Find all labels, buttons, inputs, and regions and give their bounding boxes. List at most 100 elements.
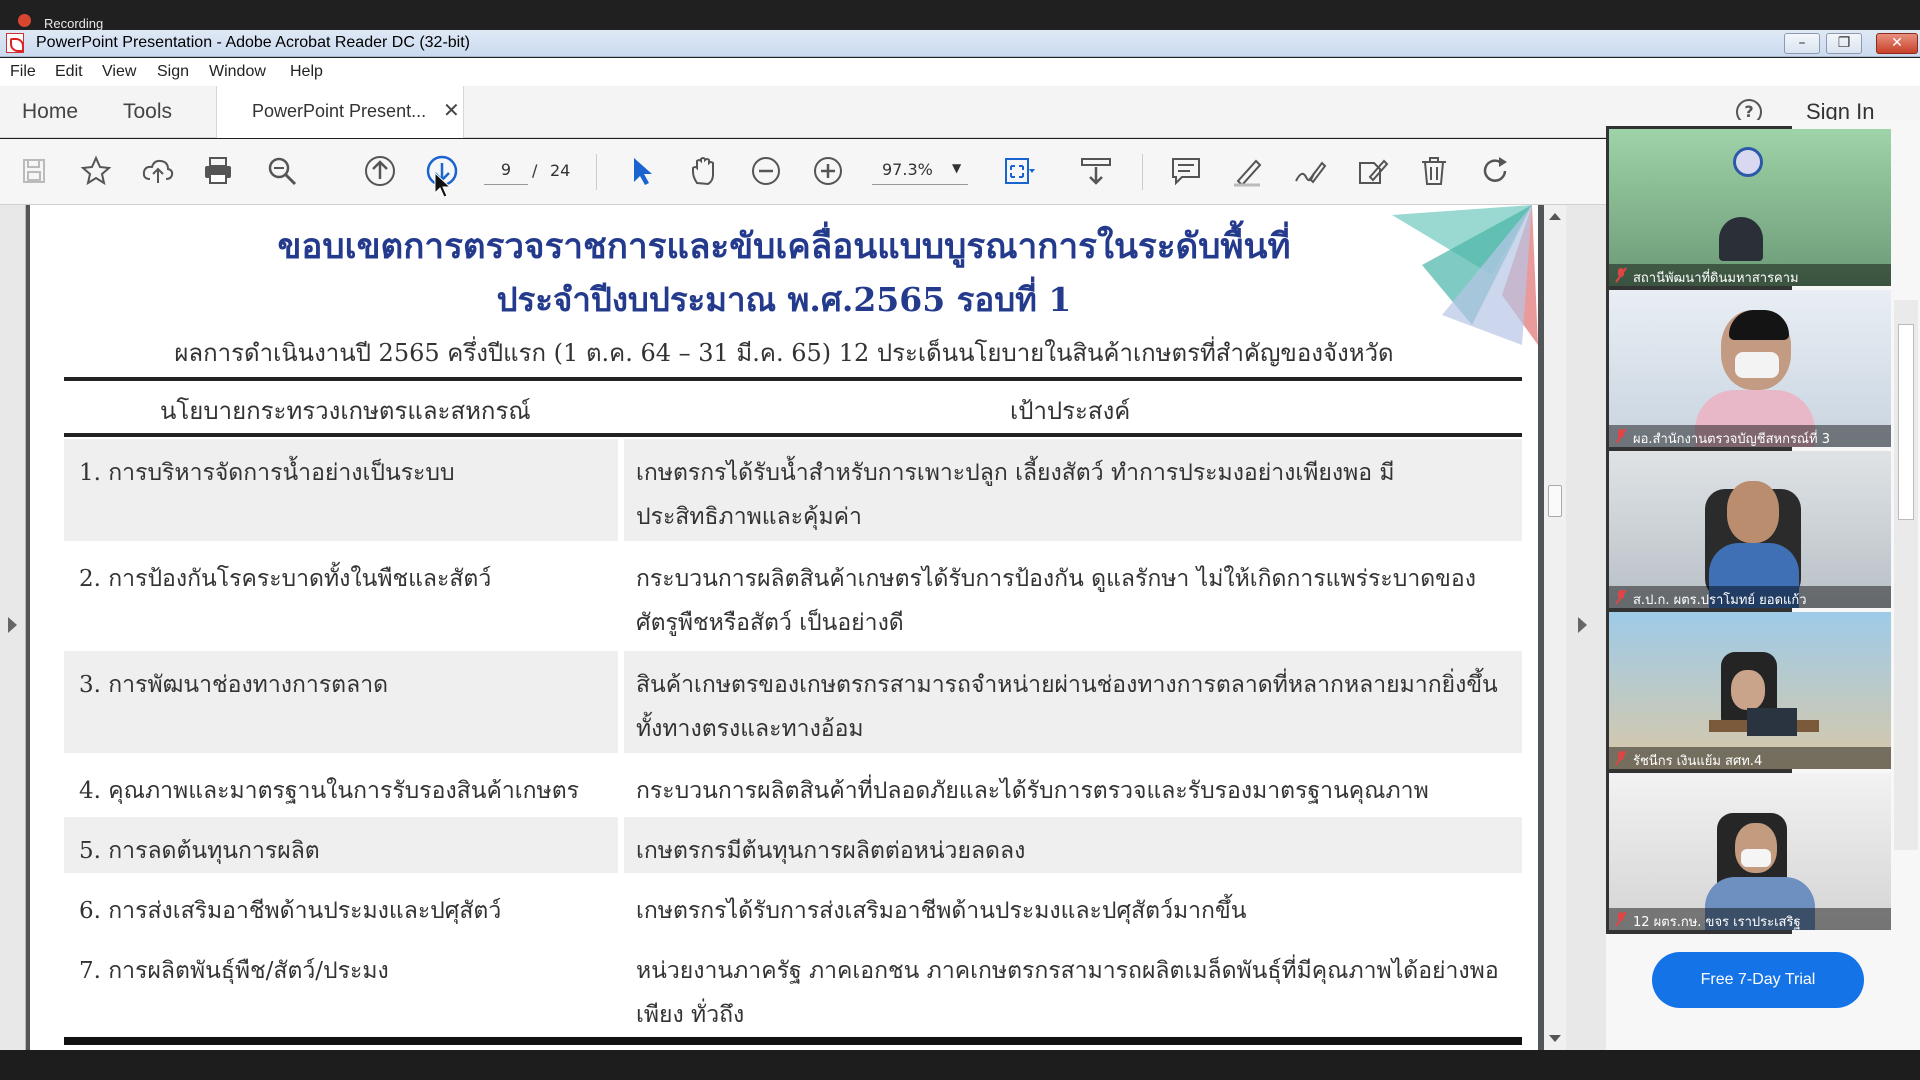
participant-label: ส.ป.ก. ผตร.ปราโมทย์ ยอดแก้ว	[1609, 586, 1891, 608]
select-cursor-icon[interactable]	[624, 153, 660, 189]
document-title-year: ประจำปีงบประมาณ พ.ศ.2565 รอบที่ 1	[496, 280, 1072, 319]
delete-icon[interactable]	[1416, 153, 1452, 189]
maximize-button[interactable]: ❐	[1826, 33, 1862, 54]
participant-label: สถานีพัฒนาที่ดินมหาสารคาม	[1609, 264, 1891, 286]
table-cell: เกษตรกรได้รับน้ำสำหรับการเพาะปลูก เลี้ยง…	[624, 439, 1522, 541]
goal-text: สินค้าเกษตรของเกษตรกรสามารถจำหน่ายผ่านช่…	[636, 672, 1498, 742]
face-mask	[1741, 849, 1771, 867]
policy-text: 7. การผลิตพันธุ์พืช/สัตว์/ประมง	[79, 958, 389, 984]
toolbar-divider	[596, 154, 597, 190]
table-header-rule	[64, 433, 1522, 437]
policy-text: 2. การป้องกันโรคระบาดทั้งในพืชและสัตว์	[79, 566, 492, 592]
comment-icon[interactable]	[1168, 153, 1204, 189]
tab-home[interactable]: Home	[22, 100, 78, 124]
zoom-out-icon[interactable]	[748, 153, 784, 189]
tab-document[interactable]: PowerPoint Present... ✕	[216, 86, 464, 138]
print-icon[interactable]	[200, 153, 236, 189]
chevron-down-icon[interactable]: ▼	[952, 161, 961, 175]
fit-page-icon[interactable]	[1000, 153, 1036, 189]
bookmark-star-icon[interactable]	[78, 153, 114, 189]
recording-dot-icon	[18, 14, 31, 27]
participant-name: ผอ.สำนักงานตรวจบัญชีสหกรณ์ที่ 3	[1633, 432, 1830, 447]
scroll-mode-icon[interactable]	[1078, 153, 1114, 189]
rotate-icon[interactable]	[1478, 153, 1514, 189]
panel-scrollbar-thumb[interactable]	[1898, 324, 1914, 520]
close-window-button[interactable]: ✕	[1876, 33, 1918, 54]
muted-mic-icon	[1615, 267, 1627, 283]
table-row: 5. การลดต้นทุนการผลิต เกษตรกรมีต้นทุนการ…	[64, 817, 1522, 873]
goal-text: เกษตรกรได้รับน้ำสำหรับการเพาะปลูก เลี้ยง…	[636, 460, 1395, 530]
toolbar-divider	[1142, 154, 1143, 190]
muted-mic-icon	[1615, 750, 1627, 766]
table-cell: เกษตรกรได้รับการส่งเสริมอาชีพด้านประมงแล…	[624, 877, 1522, 933]
menu-view[interactable]: View	[102, 63, 136, 81]
search-zoom-icon[interactable]	[264, 153, 300, 189]
mouse-cursor-icon	[434, 172, 452, 198]
left-panel-toggle[interactable]	[0, 205, 26, 1050]
participant-video[interactable]: 12 ผตร.กษ. ขจร เราประเสริฐ	[1609, 773, 1891, 930]
participant-face	[1731, 670, 1765, 710]
fill-sign-icon[interactable]	[1292, 153, 1328, 189]
save-icon[interactable]	[16, 153, 52, 189]
scrollbar-thumb[interactable]	[1548, 485, 1562, 517]
participant-video[interactable]: ส.ป.ก. ผตร.ปราโมทย์ ยอดแก้ว	[1609, 451, 1891, 608]
restore-icon: ❐	[1837, 35, 1851, 51]
right-panel-toggle[interactable]	[1566, 205, 1606, 1050]
emblem-icon	[1733, 147, 1763, 177]
table-cell: กระบวนการผลิตสินค้าที่ปลอดภัยและได้รับกา…	[624, 757, 1522, 813]
participant-video[interactable]: สถานีพัฒนาที่ดินมหาสารคาม	[1609, 129, 1891, 286]
table-row: 3. การพัฒนาช่องทางการตลาด สินค้าเกษตรของ…	[64, 651, 1522, 753]
goal-text: หน่วยงานภาครัฐ ภาคเอกชน ภาคเกษตรกรสามารถ…	[636, 958, 1499, 1028]
table-bottom-rule	[64, 1037, 1522, 1045]
recording-label: Recording	[44, 16, 104, 31]
zoom-in-icon[interactable]	[810, 153, 846, 189]
document-tab-label: PowerPoint Present...	[252, 101, 427, 121]
goal-text: กระบวนการผลิตสินค้าเกษตรได้รับการป้องกัน…	[636, 566, 1476, 636]
goal-text: เกษตรกรมีต้นทุนการผลิตต่อหน่วยลดลง	[636, 838, 1026, 864]
hand-tool-icon[interactable]	[686, 153, 722, 189]
recording-bar: Recording	[0, 0, 1920, 31]
menu-window[interactable]: Window	[209, 63, 266, 81]
window-title: PowerPoint Presentation - Adobe Acrobat …	[36, 34, 471, 51]
participant-name: ส.ป.ก. ผตร.ปราโมทย์ ยอดแก้ว	[1633, 593, 1807, 608]
participant-name: รัชนีกร เงินแย้ม สศท.4	[1633, 754, 1763, 769]
close-tab-icon[interactable]: ✕	[443, 98, 460, 122]
edit-pdf-icon[interactable]	[1354, 153, 1390, 189]
document-scrollbar[interactable]	[1544, 205, 1566, 1050]
participant-label: ผอ.สำนักงานตรวจบัญชีสหกรณ์ที่ 3	[1609, 425, 1891, 447]
table-cell: เกษตรกรมีต้นทุนการผลิตต่อหน่วยลดลง	[624, 817, 1522, 873]
total-pages: 24	[550, 161, 571, 180]
free-trial-button[interactable]: Free 7-Day Trial	[1652, 952, 1864, 1008]
column-header-policy: นโยบายกระทรวงเกษตรและสหกรณ์	[160, 397, 531, 425]
highlight-pen-icon[interactable]	[1230, 153, 1266, 189]
current-page-input[interactable]: 9	[484, 155, 528, 185]
document-subtitle: ผลการดำเนินงานปี 2565 ครึ่งปีแรก (1 ต.ค.…	[174, 339, 1394, 367]
acrobat-app-icon	[6, 33, 24, 53]
menu-sign[interactable]: Sign	[157, 63, 189, 81]
scroll-up-icon[interactable]	[1549, 213, 1561, 220]
table-cell: 3. การพัฒนาช่องทางการตลาด	[64, 651, 618, 753]
participant-name: 12 ผตร.กษ. ขจร เราประเสริฐ	[1633, 915, 1801, 930]
table-cell: สินค้าเกษตรของเกษตรกรสามารถจำหน่ายผ่านช่…	[624, 651, 1522, 753]
tab-tools[interactable]: Tools	[123, 100, 172, 124]
pdf-page: ขอบเขตการตรวจราชการและขับเคลื่อนแบบบูรณา…	[30, 205, 1538, 1050]
cloud-upload-icon[interactable]	[140, 153, 176, 189]
table-cell: กระบวนการผลิตสินค้าเกษตรได้รับการป้องกัน…	[624, 545, 1522, 647]
menu-edit[interactable]: Edit	[55, 63, 83, 81]
previous-page-icon[interactable]	[362, 153, 398, 189]
policy-text: 4. คุณภาพและมาตรฐานในการรับรองสินค้าเกษต…	[79, 778, 579, 804]
table-cell: 6. การส่งเสริมอาชีพด้านประมงและปศุสัตว์	[64, 877, 618, 933]
participant-video[interactable]: ผอ.สำนักงานตรวจบัญชีสหกรณ์ที่ 3	[1609, 290, 1891, 447]
panel-scrollbar[interactable]	[1894, 300, 1918, 850]
policy-text: 1. การบริหารจัดการน้ำอย่างเป็นระบบ	[79, 460, 455, 486]
minimize-button[interactable]: –	[1784, 33, 1820, 54]
table-row: 6. การส่งเสริมอาชีพด้านประมงและปศุสัตว์ …	[64, 877, 1522, 933]
scroll-down-icon[interactable]	[1549, 1035, 1561, 1042]
goal-text: กระบวนการผลิตสินค้าที่ปลอดภัยและได้รับกา…	[636, 778, 1429, 804]
participant-face	[1727, 481, 1779, 543]
menu-file[interactable]: File	[10, 63, 36, 81]
participant-video[interactable]: รัชนีกร เงินแย้ม สศท.4	[1609, 612, 1891, 769]
menu-help[interactable]: Help	[290, 63, 323, 81]
participant-label: 12 ผตร.กษ. ขจร เราประเสริฐ	[1609, 908, 1891, 930]
participant-figure	[1719, 217, 1763, 261]
